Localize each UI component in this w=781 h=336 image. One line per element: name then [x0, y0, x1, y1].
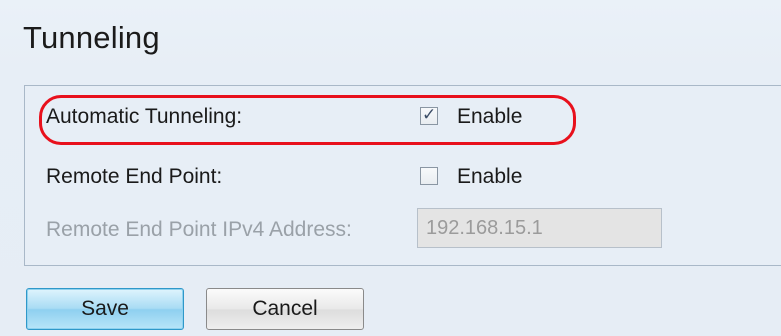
- remote-ipv4-row: Remote End Point IPv4 Address:: [25, 212, 781, 246]
- remote-ipv4-input[interactable]: 192.168.15.1: [417, 208, 662, 248]
- save-button[interactable]: Save: [26, 288, 184, 330]
- remote-end-point-enable-label[interactable]: Enable: [457, 165, 522, 189]
- cancel-button[interactable]: Cancel: [206, 288, 364, 330]
- page-title: Tunneling: [23, 20, 160, 55]
- remote-end-point-checkbox[interactable]: [420, 167, 438, 185]
- remote-end-point-label: Remote End Point:: [46, 165, 223, 188]
- tunneling-settings-panel: Automatic Tunneling: ✓ Enable Remote End…: [24, 85, 781, 266]
- annotation-highlight-circle: [39, 95, 576, 145]
- remote-ipv4-label: Remote End Point IPv4 Address:: [46, 218, 352, 241]
- remote-end-point-row: Remote End Point: Enable: [25, 159, 781, 193]
